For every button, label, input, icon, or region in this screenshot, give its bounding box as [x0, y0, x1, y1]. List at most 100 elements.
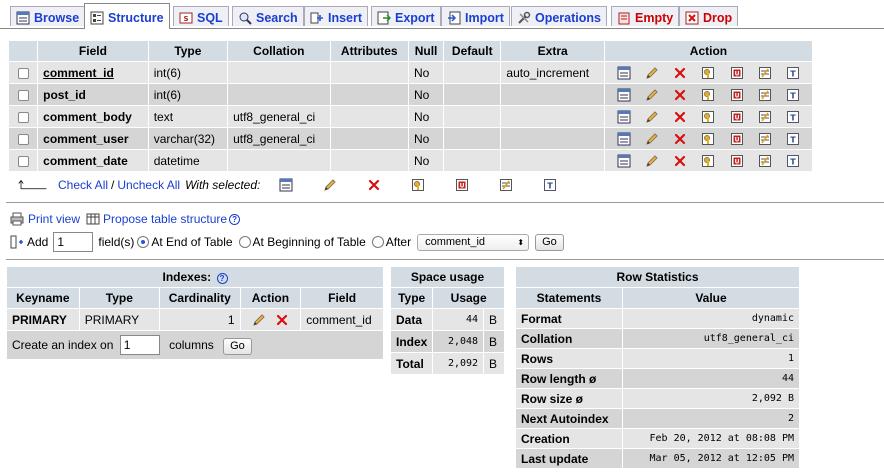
tab-search[interactable]: Search [232, 6, 304, 26]
delete-icon[interactable] [367, 178, 381, 192]
help-icon[interactable]: ? [229, 213, 241, 225]
index-icon[interactable] [758, 132, 772, 146]
after-label: After [385, 235, 412, 249]
fulltext-icon[interactable] [543, 178, 557, 192]
tab-operations[interactable]: Operations [511, 6, 607, 26]
index-icon[interactable] [758, 110, 772, 124]
propose-structure-link[interactable]: Propose table structure [103, 212, 227, 226]
fulltext-icon[interactable] [786, 110, 800, 124]
edit-icon[interactable] [645, 110, 659, 124]
unique-icon[interactable] [730, 132, 744, 146]
field-collation [228, 84, 330, 105]
tab-sql[interactable]: SQL [173, 6, 229, 26]
field-name[interactable]: comment_body [38, 106, 148, 127]
tab-export[interactable]: Export [371, 6, 441, 26]
field-name[interactable]: comment_date [38, 150, 148, 171]
delete-icon[interactable] [673, 132, 687, 146]
delete-icon[interactable] [673, 66, 687, 80]
unique-icon[interactable] [455, 178, 469, 192]
edit-icon[interactable] [645, 88, 659, 102]
primary-key-icon[interactable] [701, 88, 715, 102]
browse-icon[interactable] [617, 132, 631, 146]
delete-icon[interactable] [673, 154, 687, 168]
delete-icon[interactable] [275, 313, 289, 327]
row-checkbox[interactable] [17, 111, 29, 123]
edit-icon[interactable] [645, 66, 659, 80]
row-actions [604, 150, 812, 171]
tab-empty[interactable]: Empty [611, 6, 680, 26]
fulltext-icon[interactable] [786, 132, 800, 146]
delete-icon[interactable] [673, 110, 687, 124]
header-null[interactable]: Null [408, 41, 444, 61]
primary-key-icon[interactable] [701, 132, 715, 146]
unique-icon[interactable] [730, 154, 744, 168]
help-icon[interactable]: ? [216, 273, 228, 284]
create-index-go-button[interactable]: Go [223, 337, 252, 355]
fulltext-icon[interactable] [786, 88, 800, 102]
at-beginning-radio[interactable] [238, 236, 251, 248]
create-index-count-input[interactable] [119, 335, 160, 355]
delete-icon[interactable] [673, 88, 687, 102]
after-field-select[interactable]: comment_id ⬍ [417, 233, 530, 251]
header-statements: Statements [516, 288, 622, 308]
row-checkbox[interactable] [17, 89, 29, 101]
primary-key-icon[interactable] [701, 154, 715, 168]
table-row: Next Autoindex 2 [516, 409, 799, 428]
print-view-link[interactable]: Print view [28, 212, 80, 226]
at-end-radio[interactable] [137, 236, 150, 248]
space-value: 2,048 [433, 331, 484, 352]
browse-icon[interactable] [617, 154, 631, 168]
tab-browse[interactable]: Browse [10, 6, 86, 26]
row-checkbox[interactable] [17, 133, 29, 145]
add-count-input[interactable] [53, 232, 94, 252]
field-type: int(6) [148, 84, 228, 105]
row-checkbox[interactable] [17, 155, 29, 167]
edit-icon[interactable] [645, 132, 659, 146]
header-field[interactable]: Field [38, 41, 148, 61]
field-type: varchar(32) [148, 128, 228, 149]
row-checkbox[interactable] [17, 67, 29, 79]
field-attributes [330, 150, 408, 171]
primary-key-icon[interactable] [701, 66, 715, 80]
browse-icon[interactable] [617, 66, 631, 80]
edit-icon[interactable] [645, 154, 659, 168]
browse-icon[interactable] [279, 178, 293, 192]
index-icon[interactable] [758, 88, 772, 102]
index-icon[interactable] [499, 178, 513, 192]
tab-import[interactable]: Import [441, 6, 510, 26]
row-checkbox-cell [9, 150, 38, 171]
check-all-link[interactable]: Check All [58, 178, 108, 192]
tab-drop[interactable]: Drop [679, 6, 739, 26]
header-attributes[interactable]: Attributes [330, 41, 408, 61]
edit-icon[interactable] [252, 313, 266, 327]
header-type[interactable]: Type [148, 41, 228, 61]
unique-icon[interactable] [730, 110, 744, 124]
space-usage-table: Space usage Type Usage Data 44 B Index 2,048… [390, 266, 505, 375]
header-default[interactable]: Default [444, 41, 501, 61]
edit-icon[interactable] [323, 178, 337, 192]
export-icon [376, 11, 392, 25]
field-name[interactable]: comment_id [38, 62, 148, 83]
fulltext-icon[interactable] [786, 66, 800, 80]
header-keyname: Keyname [7, 288, 79, 308]
unique-icon[interactable] [730, 88, 744, 102]
add-go-button[interactable]: Go [535, 233, 564, 251]
index-icon[interactable] [758, 154, 772, 168]
browse-icon[interactable] [617, 110, 631, 124]
header-extra[interactable]: Extra [501, 41, 604, 61]
table-row: Row size ø 2,092 B [516, 389, 799, 408]
primary-key-icon[interactable] [411, 178, 425, 192]
browse-icon[interactable] [617, 88, 631, 102]
after-radio[interactable] [371, 236, 384, 248]
tab-structure[interactable]: Structure [84, 3, 170, 29]
tab-insert[interactable]: Insert [304, 6, 369, 26]
index-icon[interactable] [758, 66, 772, 80]
uncheck-all-link[interactable]: Uncheck All [117, 178, 180, 192]
primary-key-icon[interactable] [701, 110, 715, 124]
field-name[interactable]: comment_user [38, 128, 148, 149]
field-collation: utf8_general_ci [228, 106, 330, 127]
unique-icon[interactable] [730, 66, 744, 80]
field-name[interactable]: post_id [38, 84, 148, 105]
header-collation[interactable]: Collation [228, 41, 330, 61]
fulltext-icon[interactable] [786, 154, 800, 168]
